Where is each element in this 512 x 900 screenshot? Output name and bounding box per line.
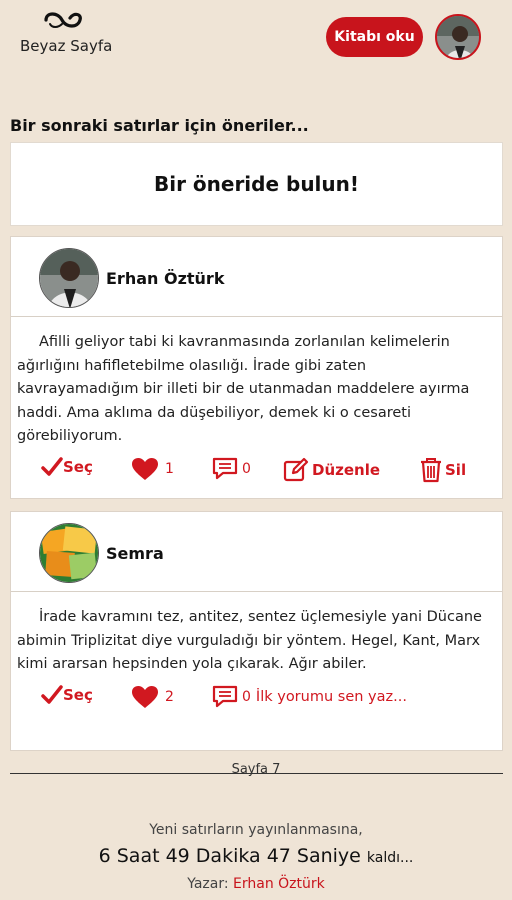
suggestions-title: Bir sonraki satırlar için öneriler... — [10, 116, 309, 135]
checkmark-icon — [41, 684, 63, 704]
countdown: 6 Saat 49 Dakika 47 Saniye kaldı... — [0, 845, 512, 867]
author-name[interactable]: Semra — [106, 544, 164, 563]
logo-text: Beyaz Sayfa — [20, 37, 113, 55]
trash-icon — [421, 457, 441, 482]
suggestion-text: İrade kavramını tez, antitez, sentez üçl… — [17, 609, 482, 672]
user-avatar-icon — [437, 16, 479, 58]
countdown-suffix: kaldı... — [366, 850, 414, 866]
author-avatar[interactable] — [39, 248, 99, 308]
like-button[interactable]: 2 — [131, 685, 174, 709]
edit-icon — [283, 457, 309, 481]
card-header: Erhan Öztürk — [11, 237, 502, 317]
select-label: Seç — [63, 685, 93, 704]
countdown-intro: Yeni satırların yayınlanmasına, — [149, 822, 363, 838]
comment-count: 0 — [242, 460, 251, 477]
like-button[interactable]: 1 — [131, 457, 174, 481]
comment-icon — [212, 685, 238, 707]
edit-button[interactable]: Düzenle — [283, 457, 380, 483]
first-comment-link[interactable]: İlk yorumu sen yaz... — [256, 689, 407, 705]
user-avatar[interactable] — [435, 14, 481, 60]
comments-button[interactable]: 0 — [211, 457, 251, 481]
page-number: Sayfa 7 — [231, 762, 281, 777]
divider — [10, 773, 503, 774]
delete-label: Sil — [445, 460, 467, 479]
author-avatar-icon — [40, 249, 98, 307]
author-avatar[interactable] — [39, 523, 99, 583]
card-header: Semra — [11, 512, 502, 592]
like-count: 2 — [165, 688, 174, 705]
suggestion-card: Semra İrade kavramını tez, antitez, sent… — [10, 511, 503, 751]
countdown-time: 6 Saat 49 Dakika 47 Saniye — [98, 845, 361, 867]
checkmark-icon — [41, 456, 63, 476]
author-link[interactable]: Erhan Öztürk — [233, 876, 325, 892]
suggest-button[interactable]: Bir öneride bulun! — [10, 142, 503, 226]
heart-icon — [132, 457, 158, 480]
author-name[interactable]: Erhan Öztürk — [106, 269, 224, 288]
suggestion-text: Afilli geliyor tabi ki kavranmasında zor… — [17, 334, 470, 444]
suggestion-card: Erhan Öztürk Afilli geliyor tabi ki kavr… — [10, 236, 503, 499]
card-actions: Seç 2 0 İlk yorumu sen yaz... — [11, 683, 502, 717]
select-label: Seç — [63, 457, 93, 476]
logo[interactable]: Beyaz Sayfa — [20, 10, 120, 60]
author-avatar-icon — [40, 524, 98, 582]
card-actions: Seç 1 0 Düzenle Sil — [11, 455, 502, 489]
comments-button[interactable]: 0 İlk yorumu sen yaz... — [211, 685, 407, 709]
edit-label: Düzenle — [312, 460, 381, 479]
header: Beyaz Sayfa Kitabı oku — [0, 0, 512, 75]
heart-icon — [132, 685, 158, 708]
like-count: 1 — [165, 460, 174, 477]
book-author: Yazar: Erhan Öztürk — [0, 876, 512, 892]
read-book-button[interactable]: Kitabı oku — [326, 17, 423, 57]
logo-swirl-icon — [44, 12, 82, 28]
select-button[interactable]: Seç — [41, 684, 93, 705]
delete-button[interactable]: Sil — [419, 457, 466, 483]
author-prefix: Yazar: — [187, 876, 229, 892]
select-button[interactable]: Seç — [41, 456, 93, 477]
comment-icon — [212, 457, 238, 479]
comment-count: 0 — [242, 688, 251, 705]
